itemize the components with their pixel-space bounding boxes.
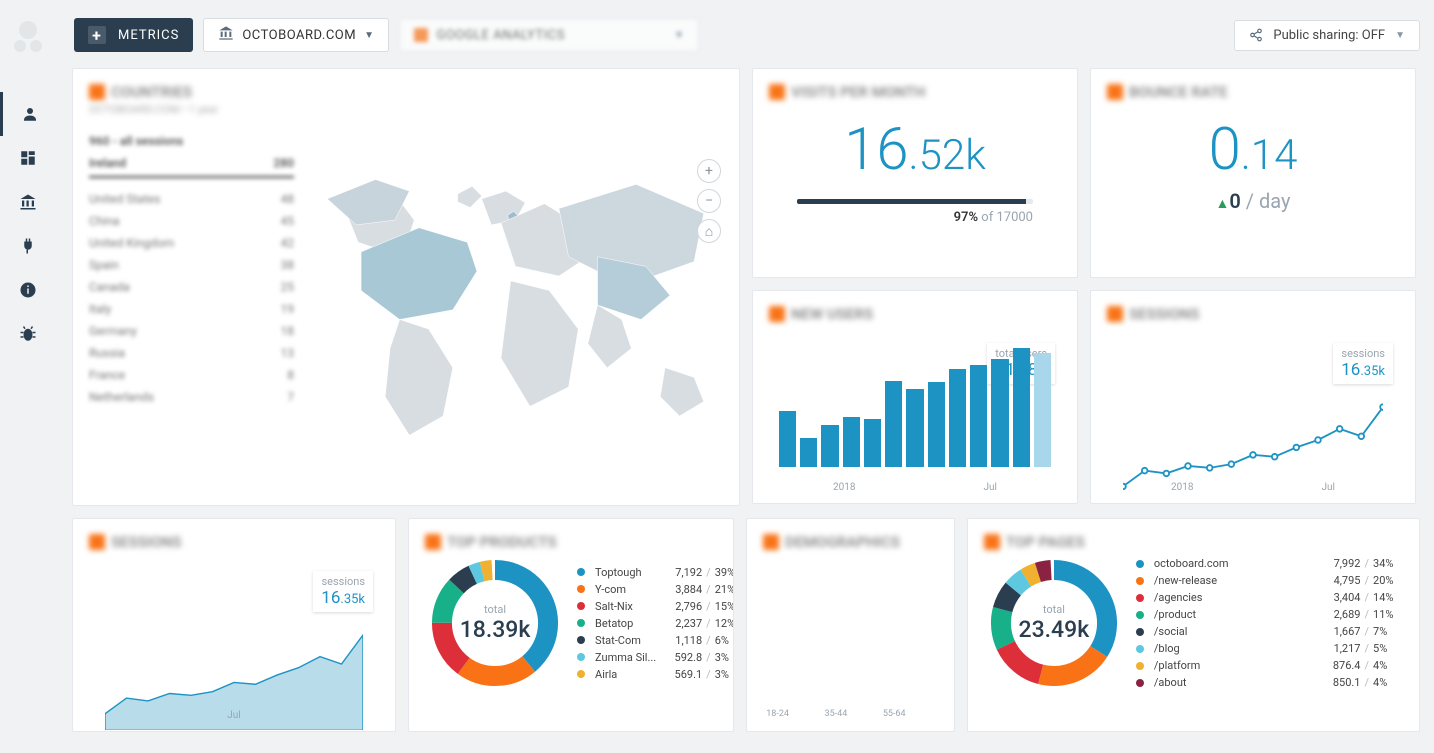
legend-item: Toptough7,192/39%	[577, 564, 734, 581]
trend-indicator: ▲0 / day	[1107, 189, 1399, 213]
bank-icon	[218, 25, 234, 45]
zoom-in-button[interactable]: +	[697, 159, 721, 183]
card-new-users: NEW USERS total users 1,488 2018Jul	[752, 290, 1078, 504]
world-map[interactable]	[308, 130, 723, 484]
nav-bug-icon[interactable]	[0, 312, 56, 356]
card-title: COUNTRIES	[89, 83, 723, 101]
legend-item: Airla569.1/3%	[577, 666, 734, 683]
list-item: Spain38	[89, 254, 294, 276]
metrics-label: METRICS	[118, 28, 179, 43]
card-subtitle: OCTOBOARD.COM • 1 year	[89, 103, 723, 116]
demographics-labels: 18-24 35-44 55-64	[763, 709, 938, 719]
bounce-value: 0.14	[1107, 121, 1399, 179]
progress-bar	[797, 199, 1033, 204]
logo	[8, 16, 48, 56]
list-item: France8	[89, 364, 294, 386]
products-legend: Toptough7,192/39%Y-com3,884/21%Salt-Nix2…	[577, 564, 734, 683]
legend-item: octoboard.com7,992/34%	[1136, 555, 1403, 572]
dashboard-content: COUNTRIES OCTOBOARD.COM • 1 year + − ⌂ 9…	[72, 68, 1420, 753]
list-item: United States48	[89, 188, 294, 210]
sessions-line-chart: sessions 16.35k 2018Jul	[1107, 341, 1399, 493]
card-bounce-rate: BOUNCE RATE 0.14 ▲0 / day	[1090, 68, 1416, 278]
card-title: SESSIONS	[89, 533, 379, 551]
card-title: TOP PRODUCTS	[425, 533, 717, 551]
chart-callout: sessions 16.35k	[1333, 343, 1393, 384]
legend-item: Betatop2,237/12%	[577, 615, 734, 632]
public-sharing-button[interactable]: Public sharing: OFF ▼	[1234, 20, 1420, 51]
list-item: Netherlands7	[89, 386, 294, 408]
topbar: + METRICS OCTOBOARD.COM ▼ GOOGLE ANALYTI…	[0, 0, 1434, 66]
sidebar	[0, 0, 56, 753]
analytics-selector[interactable]: GOOGLE ANALYTICS ▼	[399, 18, 699, 52]
share-icon	[1249, 28, 1263, 42]
card-top-products: TOP PRODUCTS total18.39k Toptough7,192/3…	[408, 518, 734, 732]
nav-info-icon[interactable]	[0, 268, 56, 312]
legend-item: Stat-Com1,118/6%	[577, 632, 734, 649]
countries-list: 960 - all sessions Ireland280 United Sta…	[89, 130, 294, 484]
caret-down-icon: ▼	[674, 30, 684, 41]
list-item: Canada25	[89, 276, 294, 298]
list-item: China45	[89, 210, 294, 232]
plus-icon: +	[88, 26, 106, 44]
nav-user-icon[interactable]	[0, 92, 56, 136]
card-title: TOP PAGES	[984, 533, 1403, 551]
pages-legend: octoboard.com7,992/34%/new-release4,795/…	[1136, 555, 1403, 691]
list-item: United Kingdom42	[89, 232, 294, 254]
pages-donut-chart: total23.49k	[984, 553, 1124, 693]
card-title: SESSIONS	[1107, 305, 1399, 323]
legend-item: /about850.1/4%	[1136, 674, 1403, 691]
caret-down-icon: ▼	[1395, 30, 1405, 41]
card-countries: COUNTRIES OCTOBOARD.COM • 1 year + − ⌂ 9…	[72, 68, 740, 506]
list-item: Germany18	[89, 320, 294, 342]
legend-item: /product2,689/11%	[1136, 606, 1403, 623]
caret-down-icon: ▼	[364, 30, 374, 41]
chart-callout: sessions 16.35k	[313, 571, 373, 612]
legend-item: Y-com3,884/21%	[577, 581, 734, 598]
sharing-label: Public sharing: OFF	[1273, 28, 1385, 43]
legend-item: /blog1,217/5%	[1136, 640, 1403, 657]
new-users-bar-chart: total users 1,488 2018Jul	[769, 341, 1061, 493]
site-selector[interactable]: OCTOBOARD.COM ▼	[203, 18, 389, 52]
card-sessions-line: SESSIONS sessions 16.35k 2018Jul	[1090, 290, 1416, 504]
card-top-pages: TOP PAGES total23.49k octoboard.com7,992…	[967, 518, 1420, 732]
card-title: NEW USERS	[769, 305, 1061, 323]
nav-bank-icon[interactable]	[0, 180, 56, 224]
legend-item: Salt-Nix2,796/15%	[577, 598, 734, 615]
zoom-home-button[interactable]: ⌂	[697, 219, 721, 243]
sessions-area-chart: sessions 16.35k Jul	[89, 569, 379, 721]
nav-plug-icon[interactable]	[0, 224, 56, 268]
zoom-out-button[interactable]: −	[697, 189, 721, 213]
legend-item: /agencies3,404/14%	[1136, 589, 1403, 606]
trend-up-icon: ▲	[1216, 196, 1230, 212]
site-selector-label: OCTOBOARD.COM	[242, 28, 356, 43]
legend-item: /platform876.4/4%	[1136, 657, 1403, 674]
map-controls: + − ⌂	[697, 159, 721, 243]
metrics-button[interactable]: + METRICS	[74, 18, 193, 52]
demographics-bar-chart	[763, 579, 938, 699]
card-demographics: DEMOGRAPHICS 18-24 35-44 55-64	[746, 518, 955, 732]
legend-item: /social1,667/7%	[1136, 623, 1403, 640]
list-item: Russia13	[89, 342, 294, 364]
legend-item: Zumma Sil...592.8/3%	[577, 649, 734, 666]
nav-dashboard-icon[interactable]	[0, 136, 56, 180]
card-title: DEMOGRAPHICS	[763, 533, 938, 551]
visits-value: 16.52k	[769, 121, 1061, 179]
progress-text: 97% of 17000	[797, 210, 1033, 225]
card-visits-per-month: VISITS PER MONTH 16.52k 97% of 17000	[752, 68, 1078, 278]
card-title: VISITS PER MONTH	[769, 83, 1061, 101]
card-title: BOUNCE RATE	[1107, 83, 1399, 101]
card-sessions-area: SESSIONS sessions 16.35k Jul	[72, 518, 396, 732]
legend-item: /new-release4,795/20%	[1136, 572, 1403, 589]
list-item: Italy19	[89, 298, 294, 320]
products-donut-chart: total18.39k	[425, 553, 565, 693]
